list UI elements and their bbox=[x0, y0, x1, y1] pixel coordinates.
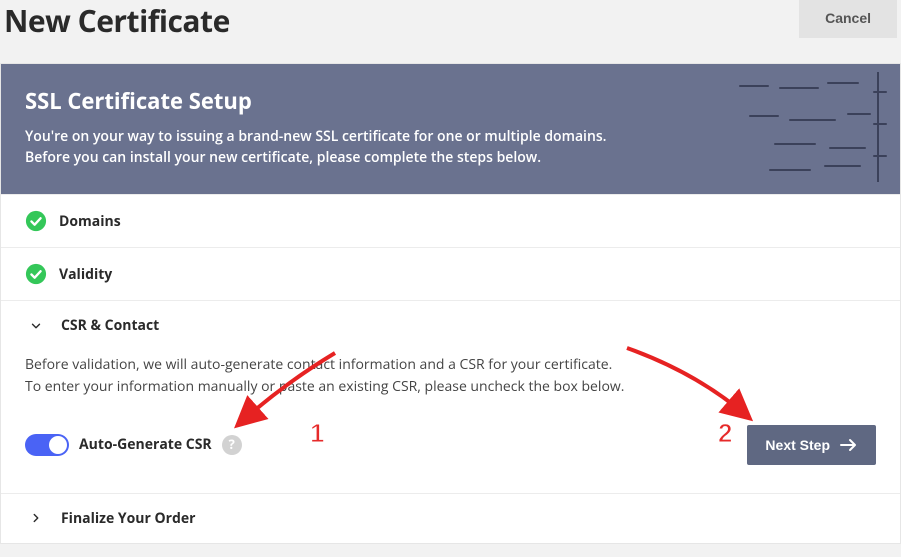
auto-generate-csr-toggle[interactable] bbox=[25, 434, 69, 456]
csr-panel: Before validation, we will auto-generate… bbox=[1, 350, 900, 493]
chevron-down-icon bbox=[29, 319, 43, 333]
step-validity[interactable]: Validity bbox=[1, 247, 900, 300]
next-step-button[interactable]: Next Step bbox=[747, 425, 876, 465]
csr-desc-1: Before validation, we will auto-generate… bbox=[25, 354, 876, 376]
cancel-button[interactable]: Cancel bbox=[799, 0, 897, 38]
help-icon[interactable]: ? bbox=[222, 435, 242, 455]
page-title: New Certificate bbox=[4, 0, 230, 41]
csr-desc-2: To enter your information manually or pa… bbox=[25, 376, 876, 398]
arrow-right-icon bbox=[840, 438, 858, 452]
step-domains[interactable]: Domains bbox=[1, 194, 900, 247]
auto-generate-csr-label: Auto-Generate CSR bbox=[79, 434, 212, 456]
step-csr[interactable]: CSR & Contact bbox=[1, 300, 900, 350]
setup-heading: SSL Certificate Setup bbox=[25, 86, 876, 116]
step-finalize[interactable]: Finalize Your Order bbox=[1, 493, 900, 543]
chevron-right-icon bbox=[29, 511, 43, 525]
setup-banner: SSL Certificate Setup You're on your way… bbox=[1, 64, 900, 194]
check-circle-icon bbox=[25, 263, 47, 285]
step-validity-label: Validity bbox=[59, 265, 112, 284]
check-circle-icon bbox=[25, 210, 47, 232]
step-domains-label: Domains bbox=[59, 212, 121, 231]
setup-desc-1: You're on your way to issuing a brand-ne… bbox=[25, 126, 876, 147]
next-step-label: Next Step bbox=[765, 437, 830, 453]
step-csr-label: CSR & Contact bbox=[61, 316, 159, 335]
step-finalize-label: Finalize Your Order bbox=[61, 509, 195, 528]
setup-desc-2: Before you can install your new certific… bbox=[25, 147, 876, 168]
